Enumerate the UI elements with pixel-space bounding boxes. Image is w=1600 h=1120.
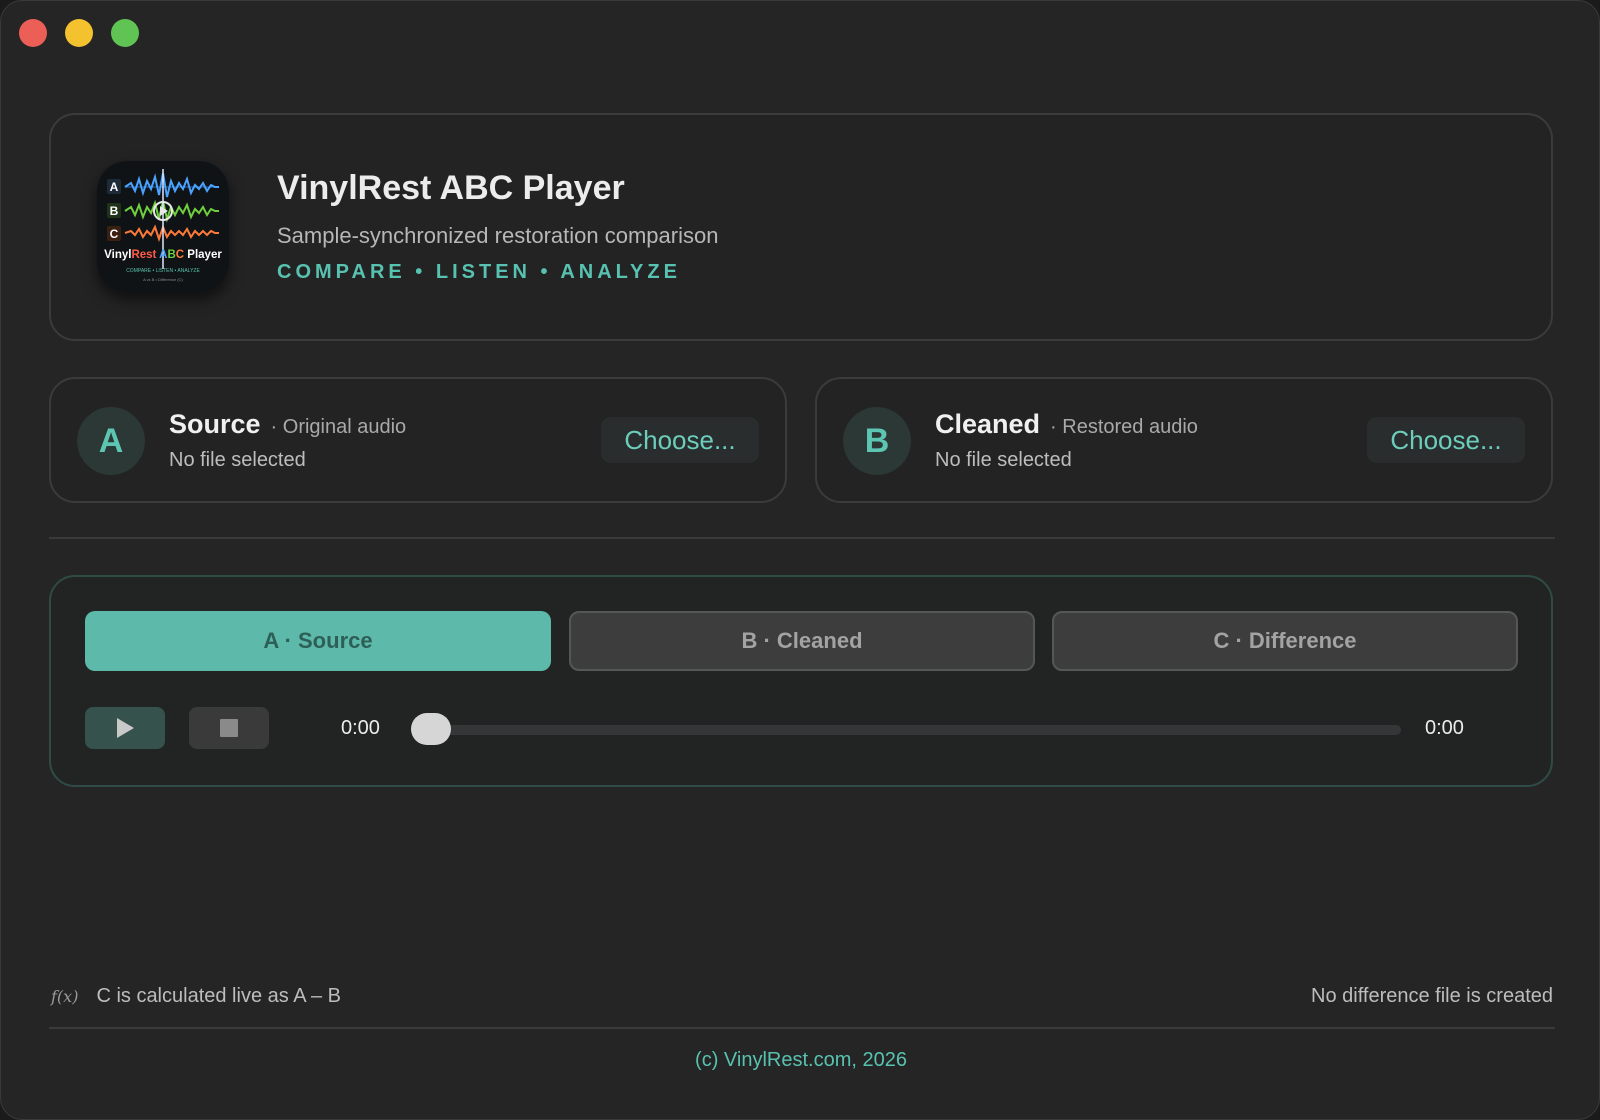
app-logo-icon: A B C VinylRest ABC Player COMPARE • LIS… (97, 161, 229, 293)
choose-cleaned-button[interactable]: Choose... (1367, 417, 1525, 463)
copyright-text: (c) VinylRest.com, 2026 (695, 1049, 907, 1071)
icon-track-c-label: C (110, 227, 119, 241)
source-name: Source (169, 409, 261, 439)
cleaned-description: · Restored audio (1050, 416, 1198, 438)
cleaned-badge: B (843, 407, 911, 475)
icon-track-b-label: B (110, 204, 119, 218)
window-controls (19, 19, 139, 47)
source-file-card: A Source · Original audio No file selecte… (49, 377, 787, 503)
tab-c-difference[interactable]: C · Difference (1052, 611, 1518, 671)
app-tagline: COMPARE • LISTEN • ANALYZE (277, 261, 681, 283)
source-title: Source · Original audio (169, 409, 406, 440)
source-file-status: No file selected (169, 449, 306, 471)
choose-source-button[interactable]: Choose... (601, 417, 759, 463)
seek-thumb[interactable] (411, 713, 451, 745)
section-divider (49, 537, 1555, 539)
app-subtitle: Sample-synchronized restoration comparis… (277, 223, 719, 248)
difference-file-note: No difference file is created (1311, 985, 1553, 1007)
app-header-card: A B C VinylRest ABC Player COMPARE • LIS… (49, 113, 1553, 341)
icon-tagline: COMPARE • LISTEN • ANALYZE (126, 268, 200, 274)
function-icon: f(x) (51, 987, 79, 1006)
total-time: 0:00 (1425, 717, 1464, 739)
seek-track[interactable] (411, 725, 1401, 735)
cleaned-file-status: No file selected (935, 449, 1072, 471)
play-icon (117, 718, 134, 738)
cleaned-name: Cleaned (935, 409, 1041, 439)
stop-icon (220, 719, 238, 737)
cleaned-file-card: B Cleaned · Restored audio No file select… (815, 377, 1553, 503)
stop-button[interactable] (189, 707, 269, 749)
current-time: 0:00 (341, 717, 380, 739)
formula-text: C is calculated live as A – B (96, 985, 342, 1007)
tab-b-cleaned[interactable]: B · Cleaned (569, 611, 1035, 671)
icon-track-a-label: A (110, 180, 119, 194)
zoom-window-button[interactable] (111, 19, 139, 47)
source-description: · Original audio (270, 416, 407, 438)
minimize-window-button[interactable] (65, 19, 93, 47)
tab-a-source[interactable]: A · Source (85, 611, 551, 671)
icon-app-name: VinylRest ABC Player (104, 249, 222, 261)
formula-note: f(x) C is calculated live as A – B (51, 985, 341, 1008)
cleaned-title: Cleaned · Restored audio (935, 409, 1198, 440)
close-window-button[interactable] (19, 19, 47, 47)
app-window: A B C VinylRest ABC Player COMPARE • LIS… (0, 0, 1600, 1120)
icon-formula: A vs B • Difference (C) (143, 277, 183, 282)
play-button[interactable] (85, 707, 165, 749)
footer-divider (49, 1027, 1555, 1029)
player-panel: A · Source B · Cleaned C · Difference 0:… (49, 575, 1553, 787)
source-badge: A (77, 407, 145, 475)
app-title: VinylRest ABC Player (277, 169, 625, 207)
